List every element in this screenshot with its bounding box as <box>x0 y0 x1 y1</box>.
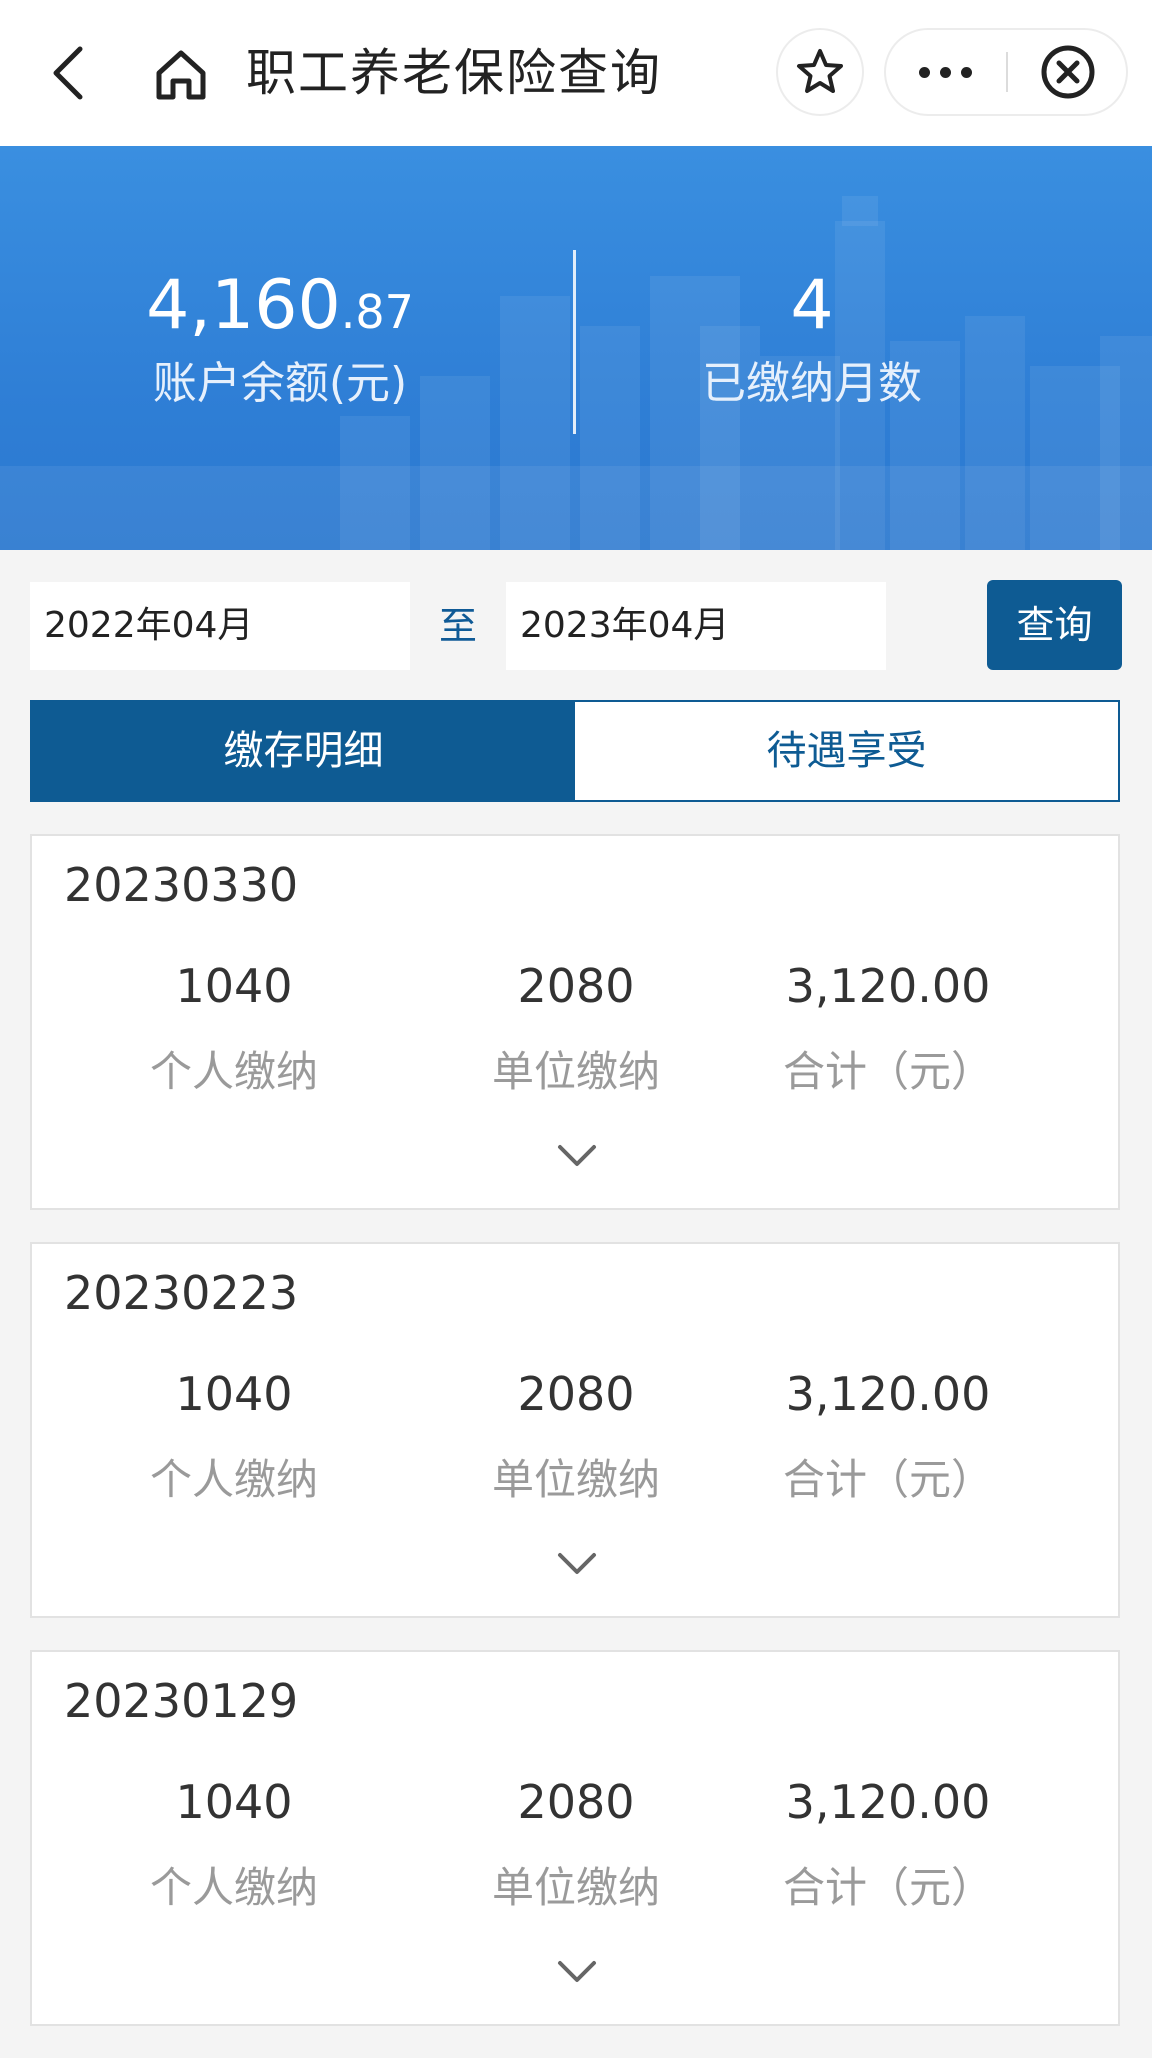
start-date-field[interactable]: 2022年04月 <box>30 582 410 670</box>
employer-amount: 2080 <box>517 959 635 1013</box>
personal-label: 个人缴纳 <box>149 1863 318 1912</box>
employer-label: 单位缴纳 <box>491 1047 660 1096</box>
more-button[interactable] <box>886 30 1004 114</box>
record-card: 20230330 1040 个人缴纳 2080 单位缴纳 3,120.00 合计… <box>30 834 1120 1210</box>
tab-benefits[interactable]: 待遇享受 <box>575 702 1118 800</box>
balance-integer: 4,160 <box>146 266 341 345</box>
favorite-button[interactable] <box>776 28 864 116</box>
total-label: 合计（元） <box>782 1863 993 1912</box>
personal-amount: 1040 <box>175 1775 293 1829</box>
balance-label: 账户余额(元) <box>152 358 408 409</box>
tab-bar: 缴存明细 待遇享受 <box>30 700 1120 802</box>
employer-amount: 2080 <box>517 1367 635 1421</box>
expand-button[interactable] <box>557 1544 597 1584</box>
end-date-field[interactable]: 2023年04月 <box>506 582 886 670</box>
tab-contribution-details[interactable]: 缴存明细 <box>32 702 575 800</box>
chevron-down-icon <box>558 1961 596 1982</box>
personal-contribution: 1040 个人缴纳 <box>84 1364 384 1506</box>
star-icon <box>797 49 843 93</box>
employer-contribution: 2080 单位缴纳 <box>426 956 726 1098</box>
balance-value: 4,160.87 <box>80 264 480 348</box>
personal-amount: 1040 <box>175 1367 293 1421</box>
total-contribution: 3,120.00 合计（元） <box>738 956 1038 1098</box>
record-card: 20230223 1040 个人缴纳 2080 单位缴纳 3,120.00 合计… <box>30 1242 1120 1618</box>
employer-contribution: 2080 单位缴纳 <box>426 1364 726 1506</box>
more-icon <box>918 66 930 78</box>
more-icon-dot <box>939 66 951 78</box>
total-amount: 3,120.00 <box>785 1775 991 1829</box>
summary-divider <box>573 250 576 434</box>
expand-button[interactable] <box>557 1952 597 1992</box>
personal-contribution: 1040 个人缴纳 <box>84 956 384 1098</box>
personal-label: 个人缴纳 <box>149 1047 318 1096</box>
back-button[interactable] <box>38 38 98 108</box>
total-contribution: 3,120.00 合计（元） <box>738 1364 1038 1506</box>
account-balance: 4,160.87 账户余额(元) <box>80 264 480 412</box>
date-range-separator: 至 <box>438 604 477 648</box>
employer-amount: 2080 <box>517 1775 635 1829</box>
mini-program-capsule <box>884 28 1128 116</box>
total-label: 合计（元） <box>782 1047 993 1096</box>
home-icon <box>156 50 206 100</box>
record-card: 20230129 1040 个人缴纳 2080 单位缴纳 3,120.00 合计… <box>30 1650 1120 2026</box>
close-button[interactable] <box>1010 30 1126 114</box>
total-amount: 3,120.00 <box>785 959 991 1013</box>
paid-months: 4 已缴纳月数 <box>612 264 1012 412</box>
employer-contribution: 2080 单位缴纳 <box>426 1772 726 1914</box>
chevron-down-icon <box>558 1145 596 1166</box>
chevron-down-icon <box>558 1553 596 1574</box>
contribution-record-list: 20230330 1040 个人缴纳 2080 单位缴纳 3,120.00 合计… <box>30 834 1120 2058</box>
close-circle-icon <box>1041 45 1095 99</box>
summary-banner: 4,160.87 账户余额(元) 4 已缴纳月数 <box>0 146 1152 550</box>
record-date: 20230330 <box>64 858 299 912</box>
months-label: 已缴纳月数 <box>702 358 922 409</box>
employer-label: 单位缴纳 <box>491 1863 660 1912</box>
months-value: 4 <box>790 266 834 345</box>
personal-contribution: 1040 个人缴纳 <box>84 1772 384 1914</box>
employer-label: 单位缴纳 <box>491 1455 660 1504</box>
capsule-divider <box>1006 52 1008 92</box>
record-date: 20230223 <box>64 1266 299 1320</box>
balance-decimal: .87 <box>340 285 414 339</box>
back-arrow-icon <box>53 46 83 100</box>
top-nav-bar: 职工养老保险查询 <box>0 0 1152 147</box>
expand-button[interactable] <box>557 1136 597 1176</box>
home-button[interactable] <box>148 42 214 108</box>
query-button[interactable]: 查询 <box>987 580 1122 670</box>
record-date: 20230129 <box>64 1674 299 1728</box>
more-icon-dot <box>960 66 972 78</box>
page-title: 职工养老保险查询 <box>246 44 662 102</box>
personal-label: 个人缴纳 <box>149 1455 318 1504</box>
total-amount: 3,120.00 <box>785 1367 991 1421</box>
total-contribution: 3,120.00 合计（元） <box>738 1772 1038 1914</box>
total-label: 合计（元） <box>782 1455 993 1504</box>
personal-amount: 1040 <box>175 959 293 1013</box>
